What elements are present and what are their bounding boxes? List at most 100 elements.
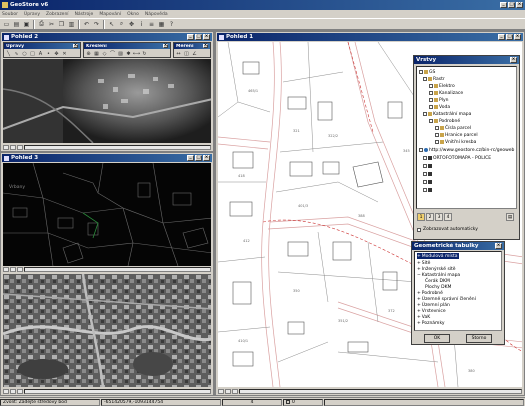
expand-icon[interactable]: +	[417, 261, 421, 266]
layer-checkbox[interactable]	[423, 180, 427, 184]
geo-tables-titlebar[interactable]: Geometrické tabulky ×	[412, 242, 504, 250]
polyline-tool-icon[interactable]: ∿	[13, 50, 20, 57]
menu-file[interactable]: Soubor	[2, 12, 18, 17]
nav-prev-button[interactable]	[3, 145, 9, 150]
layer-item[interactable]: Kanalizace	[429, 90, 463, 96]
measure-icon[interactable]: ⟷	[133, 50, 140, 57]
layers-panel-close-button[interactable]: ×	[510, 57, 517, 63]
measure-palette-close-button[interactable]: ×	[203, 43, 208, 48]
layer-item[interactable]: Voda	[429, 104, 450, 110]
zoom-icon[interactable]: ⌕	[117, 20, 126, 29]
layer-checkbox[interactable]	[435, 140, 439, 144]
view2-minimize-button[interactable]: _	[187, 34, 194, 40]
view3-maximize-button[interactable]: □	[195, 155, 202, 161]
view2-close-button[interactable]: ×	[203, 34, 210, 40]
nav-zoom-button[interactable]	[232, 389, 238, 394]
nav-prev-button[interactable]	[3, 267, 9, 272]
expand-icon[interactable]: +	[417, 297, 421, 302]
view3-hscrollbar[interactable]	[24, 267, 211, 272]
nav-prev-button[interactable]	[3, 389, 9, 394]
new-file-icon[interactable]: ▭	[2, 20, 11, 29]
draw-palette-titlebar[interactable]: Kreslení ×	[84, 43, 170, 49]
auto-show-checkbox[interactable]	[417, 227, 421, 232]
layer-checkbox[interactable]	[429, 84, 433, 88]
menu-mapping[interactable]: Mapování	[99, 12, 121, 17]
app-titlebar[interactable]: GeoStore v6 _ □ ×	[0, 0, 525, 10]
layer-checkbox[interactable]	[429, 105, 433, 109]
layer-item[interactable]: Plyn	[429, 97, 448, 103]
rotate-icon[interactable]: ↻	[141, 50, 148, 57]
layer-item[interactable]: GS	[419, 69, 435, 75]
nav-zoom-button[interactable]	[17, 389, 23, 394]
edit-palette-close-button[interactable]: ×	[73, 43, 78, 48]
cancel-button[interactable]: Storno	[466, 334, 492, 343]
view1-hscrollbar[interactable]	[239, 389, 522, 394]
snap-icon[interactable]: ⊕	[85, 50, 92, 57]
view2-hscrollbar[interactable]	[24, 145, 211, 150]
layer-item[interactable]: ORTOFOTOMAPA - POLICE	[423, 155, 491, 161]
minimize-button[interactable]: _	[500, 2, 507, 8]
rect-tool-icon[interactable]: □	[29, 50, 36, 57]
layer-item[interactable]	[423, 163, 433, 169]
menu-edit[interactable]: Úpravy	[24, 12, 40, 17]
area-icon[interactable]: ◫	[183, 50, 190, 57]
expand-icon[interactable]: +	[417, 267, 421, 272]
expand-icon[interactable]: +	[417, 291, 421, 296]
layer-item[interactable]	[423, 171, 433, 177]
pointer-icon[interactable]: ↖	[107, 20, 116, 29]
view3-minimize-button[interactable]: _	[187, 155, 194, 161]
view3-close-button[interactable]: ×	[203, 155, 210, 161]
angle-icon[interactable]: ∠	[191, 50, 198, 57]
geo-table-item-selected[interactable]: + Modulová místa	[417, 253, 460, 259]
nav-next-button[interactable]	[10, 267, 16, 272]
expand-icon[interactable]: +	[417, 309, 421, 314]
window-icon[interactable]: ▦	[157, 20, 166, 29]
cut-icon[interactable]: ✂	[47, 20, 56, 29]
node-icon[interactable]: ◇	[101, 50, 108, 57]
save-icon[interactable]: ▣	[22, 20, 31, 29]
page-button-4[interactable]: 4	[444, 213, 452, 221]
symbol-icon[interactable]: ✱	[125, 50, 132, 57]
layer-checkbox[interactable]	[429, 91, 433, 95]
layer-item[interactable]	[423, 187, 433, 193]
layer-checkbox[interactable]	[419, 70, 423, 74]
layer-item[interactable]: Katastrální mapa	[423, 111, 471, 117]
view1-titlebar[interactable]: Pohled 1 _ □ ×	[217, 33, 523, 41]
layer-checkbox[interactable]	[423, 188, 427, 192]
text-tool-icon[interactable]: A	[37, 50, 44, 57]
delete-tool-icon[interactable]: ✕	[61, 50, 68, 57]
undo-icon[interactable]: ↶	[82, 20, 91, 29]
layer-item[interactable]	[423, 179, 433, 185]
hatch-icon[interactable]: ▨	[117, 50, 124, 57]
layer-checkbox[interactable]	[435, 133, 439, 137]
layer-checkbox[interactable]	[423, 172, 427, 176]
layer-checkbox[interactable]	[423, 164, 427, 168]
menu-window[interactable]: Okno	[127, 12, 139, 17]
geo-tables-tree[interactable]: + Modulová místa + Sítě + Inženýrské sítě −…	[414, 251, 502, 331]
page-button-1[interactable]: 1	[417, 213, 425, 221]
circle-tool-icon[interactable]: ○	[21, 50, 28, 57]
distance-icon[interactable]: ↔	[175, 50, 182, 57]
draw-palette-close-button[interactable]: ×	[163, 43, 168, 48]
nav-next-button[interactable]	[10, 389, 16, 394]
expand-icon[interactable]: +	[417, 321, 421, 326]
page-button-2[interactable]: 2	[426, 213, 434, 221]
grid-icon[interactable]: ▦	[93, 50, 100, 57]
view3-titlebar[interactable]: Pohled 3 _ □ ×	[2, 154, 212, 162]
expand-icon[interactable]: +	[417, 303, 421, 308]
layer-item[interactable]: Elektro	[429, 83, 455, 89]
print-icon[interactable]: ⎙	[37, 20, 46, 29]
view3-aerial-hscrollbar[interactable]	[24, 389, 211, 394]
view3-aerial-canvas[interactable]	[3, 274, 211, 387]
layer-checkbox[interactable]	[423, 77, 427, 81]
view2-titlebar[interactable]: Pohled 2 _ □ ×	[2, 33, 212, 41]
ok-button[interactable]: OK	[424, 334, 450, 343]
close-button[interactable]: ×	[516, 2, 523, 8]
nav-next-button[interactable]	[225, 389, 231, 394]
help-icon[interactable]: ?	[167, 20, 176, 29]
open-folder-icon[interactable]: ▤	[12, 20, 21, 29]
geo-table-item[interactable]: + Poznámky	[417, 320, 445, 326]
layer-checkbox[interactable]	[429, 98, 433, 102]
layer-checkbox[interactable]	[423, 156, 427, 160]
paste-icon[interactable]: ▥	[67, 20, 76, 29]
